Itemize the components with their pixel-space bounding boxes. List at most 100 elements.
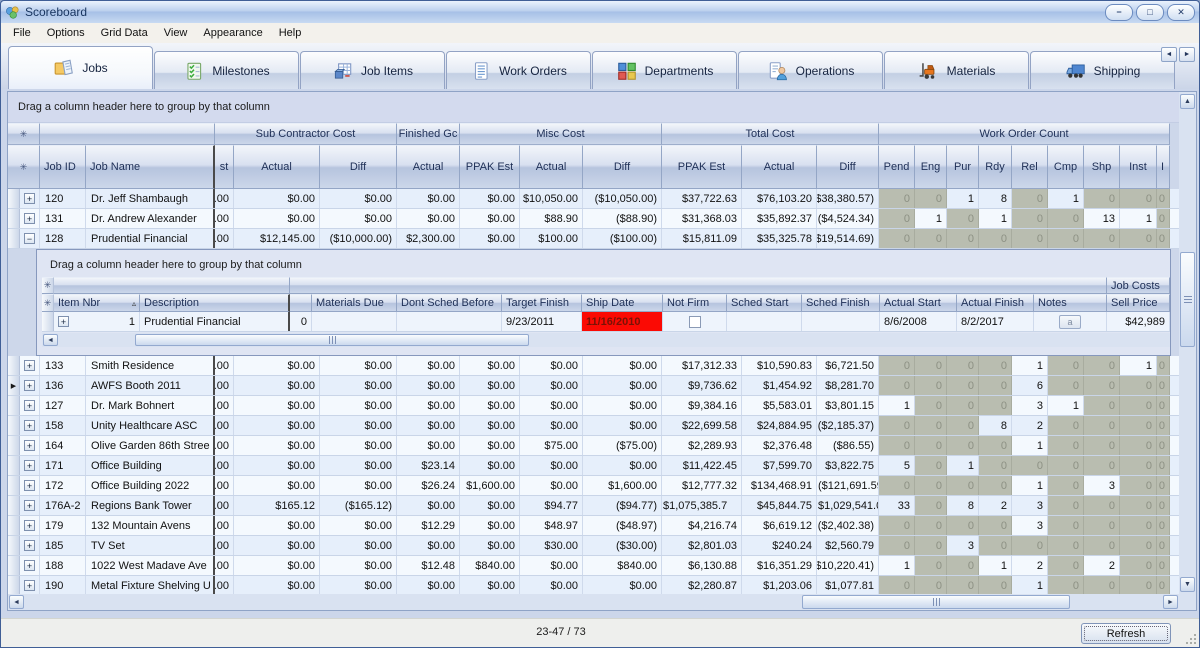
col-rel[interactable]: Rel [1012,145,1048,189]
detail-band-frozen[interactable] [54,277,290,294]
not-firm-checkbox[interactable] [689,316,701,328]
job-row-128[interactable]: −128Prudential Financial5.00$12,145.00($… [8,229,1179,249]
band-finished-goods[interactable]: Finished Gc [397,123,460,145]
expand-button[interactable]: + [24,420,35,431]
resize-grip-icon[interactable] [1186,634,1196,644]
col-ship-date[interactable]: Ship Date [582,294,663,312]
col-pur[interactable]: Pur [947,145,979,189]
expand-button[interactable]: + [24,540,35,551]
col-dont-sched-before[interactable]: Dont Sched Before [397,294,502,312]
job-row-176A-2[interactable]: +176A-2Regions Bank Tower0.00$165.12($16… [8,496,1179,516]
job-row-133[interactable]: +133Smith Residence0.00$0.00$0.00$0.00$0… [8,356,1179,376]
col-total-actual[interactable]: Actual [742,145,817,189]
expand-button[interactable]: + [24,380,35,391]
expand-button[interactable]: + [24,460,35,471]
col-notes[interactable]: Notes [1034,294,1107,312]
notes-button[interactable]: a [1059,315,1081,329]
menu-help[interactable]: Help [271,24,310,42]
expand-button[interactable]: + [24,360,35,371]
col-materials-due[interactable]: Materials Due [312,294,397,312]
col-qty[interactable] [290,294,312,312]
col-job-name[interactable]: Job Name [86,145,215,189]
col-eng[interactable]: Eng [915,145,947,189]
menu-grid-data[interactable]: Grid Data [93,24,156,42]
band-work-order-count[interactable]: Work Order Count [879,123,1170,145]
expand-button[interactable]: + [58,316,69,327]
tab-shipping[interactable]: Shipping [1030,51,1175,89]
col-sched-finish[interactable]: Sched Finish [802,294,880,312]
job-row-158[interactable]: +158Unity Healthcare ASC0.00$0.00$0.00$0… [8,416,1179,436]
tab-scroll-right-icon[interactable]: ► [1179,47,1195,62]
close-button[interactable]: ✕ [1167,4,1195,21]
col-total-ppak-est[interactable]: PPAK Est [662,145,742,189]
tab-work-orders[interactable]: Work Orders [446,51,591,89]
refresh-button[interactable]: Refresh [1081,623,1171,644]
col-misc-ppak-est[interactable]: PPAK Est [460,145,520,189]
minimize-button[interactable]: − [1105,4,1133,21]
col-sell-price[interactable]: Sell Price [1107,294,1170,312]
job-row-136[interactable]: ▶+136AWFS Booth 20110.00$0.00$0.00$0.00$… [8,376,1179,396]
horizontal-scrollbar[interactable]: ◄ ► [8,594,1179,610]
band-sub-contractor-cost[interactable]: Sub Contractor Cost [215,123,397,145]
menu-appearance[interactable]: Appearance [195,24,270,42]
band-misc-cost[interactable]: Misc Cost [460,123,662,145]
col-inst[interactable]: Inst [1120,145,1157,189]
job-row-120[interactable]: +120Dr. Jeff Shambaugh0.00$0.00$0.00$0.0… [8,189,1179,209]
detail-band-main[interactable] [290,277,1107,294]
col-sc-ppak-est[interactable]: st [215,145,234,189]
detail-group-by-panel[interactable]: Drag a column header here to group by th… [42,253,1170,277]
tab-jobs[interactable]: Jobs [8,46,153,89]
detail-scrollbar-thumb[interactable] [135,334,529,346]
horizontal-scrollbar-thumb[interactable] [802,595,1070,609]
col-inst-partial[interactable]: I [1157,145,1170,189]
menu-view[interactable]: View [156,24,196,42]
scroll-right-icon[interactable]: ► [1163,595,1178,609]
detail-horizontal-scrollbar[interactable]: ◄ [42,333,1170,347]
col-sc-diff[interactable]: Diff [320,145,397,189]
titlebar[interactable]: Scoreboard − □ ✕ [1,1,1199,24]
scroll-left-icon[interactable]: ◄ [9,595,24,609]
col-job-id[interactable]: Job ID [40,145,86,189]
expand-button[interactable]: + [24,480,35,491]
tab-operations[interactable]: Operations [738,51,883,89]
job-item-row[interactable]: +1 Prudential Financial 0 9/23/2011 11/1… [42,312,1170,332]
job-row-190[interactable]: +190Metal Fixture Shelving U0.00$0.00$0.… [8,576,1179,594]
col-shp[interactable]: Shp [1084,145,1120,189]
band-frozen[interactable] [40,123,215,145]
scroll-down-icon[interactable]: ▼ [1180,577,1195,592]
maximize-button[interactable]: □ [1136,4,1164,21]
job-row-164[interactable]: +164Olive Garden 86th Stree0.00$0.00$0.0… [8,436,1179,456]
scroll-up-icon[interactable]: ▲ [1180,94,1195,109]
col-fg-actual[interactable]: Actual [397,145,460,189]
expand-button[interactable]: + [24,440,35,451]
col-description[interactable]: Description [140,294,290,312]
job-row-171[interactable]: +171Office Building0.00$0.00$0.00$23.14$… [8,456,1179,476]
col-actual-start[interactable]: Actual Start [880,294,957,312]
job-row-179[interactable]: +179132 Mountain Avens0.00$0.00$0.00$12.… [8,516,1179,536]
col-misc-diff[interactable]: Diff [583,145,662,189]
group-by-panel[interactable]: Drag a column header here to group by th… [8,92,1179,123]
band-total-cost[interactable]: Total Cost [662,123,879,145]
vertical-scrollbar-thumb[interactable] [1180,252,1195,347]
expand-button[interactable]: + [24,400,35,411]
col-item-nbr[interactable]: Item Nbr▵ [54,294,140,312]
job-row-188[interactable]: +1881022 West Madave Ave0.00$0.00$0.00$1… [8,556,1179,576]
expand-button[interactable]: + [24,193,35,204]
expand-button[interactable]: + [24,580,35,591]
col-pend[interactable]: Pend [879,145,915,189]
tab-departments[interactable]: Departments [592,51,737,89]
expand-button[interactable]: + [24,520,35,531]
job-row-127[interactable]: +127Dr. Mark Bohnert0.00$0.00$0.00$0.00$… [8,396,1179,416]
expand-button[interactable]: + [24,213,35,224]
job-row-131[interactable]: +131Dr. Andrew Alexander0.00$0.00$0.00$0… [8,209,1179,229]
detail-band-job-costs[interactable]: Job Costs [1107,277,1170,294]
tab-milestones[interactable]: Milestones [154,51,299,89]
scroll-left-icon[interactable]: ◄ [43,334,58,346]
tab-materials[interactable]: Materials [884,51,1029,89]
expand-button[interactable]: − [24,233,35,244]
col-actual-finish[interactable]: Actual Finish [957,294,1034,312]
col-cmp[interactable]: Cmp [1048,145,1084,189]
job-row-172[interactable]: +172Office Building 20220.00$0.00$0.00$2… [8,476,1179,496]
menu-options[interactable]: Options [39,24,93,42]
col-misc-actual[interactable]: Actual [520,145,583,189]
